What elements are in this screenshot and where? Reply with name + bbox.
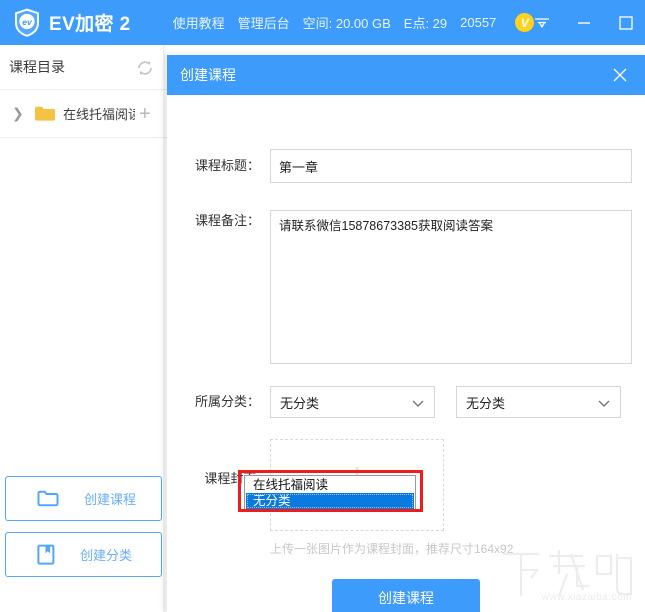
watermark-url: www.xiazaiba.com [541,592,632,603]
category-select-secondary[interactable]: 无分类 [456,386,621,418]
create-course-dialog: 创建课程 课程标题： 课程备注： 所属分类： 无分类 [167,55,645,612]
nav-user-id: 20557 [460,15,497,30]
course-note-label: 课程备注： [194,213,260,228]
nav-epoints: E点: 29 [403,16,448,31]
submit-create-course-button[interactable]: 创建课程 [332,579,480,612]
course-note-textarea[interactable] [270,210,632,364]
category-select-secondary-value: 无分类 [466,395,506,411]
nav-admin-console[interactable]: 管理后台 [238,13,290,32]
maximize-icon[interactable] [615,12,637,34]
dropdown-option[interactable]: 在线托福阅读 [246,477,414,493]
field-course-note: 课程备注： [167,210,645,364]
sidebar: 课程目录 ❯ 在线托福阅读 + 创建课程 创建分类 [0,45,167,612]
category-select-primary[interactable]: 无分类 [270,386,435,418]
plus-icon[interactable]: + [139,104,151,124]
list-item[interactable]: ❯ 在线托福阅读 + [0,90,167,138]
create-course-label: 创建课程 [84,492,137,507]
sidebar-title: 课程目录 [9,59,65,75]
create-category-button[interactable]: 创建分类 [5,532,162,577]
dialog-title: 创建课程 [180,67,236,83]
dropdown-option-selected[interactable]: 无分类 [246,493,414,509]
chevron-down-icon [411,397,425,412]
cover-upload-hint: 上传一张图片作为课程封面，推荐尺寸164x92 [270,542,514,556]
title-bar: ev EV加密 2 使用教程 管理后台 空间: 20.00 GB E点: 29 … [0,0,645,45]
course-title-label: 课程标题： [194,158,260,173]
folder-outline-icon [37,489,59,508]
sidebar-header: 课程目录 [0,45,167,90]
sidebar-actions: 创建课程 创建分类 [0,476,167,588]
dialog-header: 创建课程 [167,55,645,95]
field-category: 所属分类： 无分类 无分类 [167,386,645,418]
category-dropdown-list[interactable]: 在线托福阅读 无分类 [244,475,416,511]
nav-storage-space: 空间: 20.00 GB [302,16,391,31]
folder-icon [34,105,56,122]
minimize-icon[interactable] [573,12,595,34]
app-title: EV加密 2 [49,14,131,35]
sidebar-item-label: 在线托福阅读 [63,107,135,122]
app-window: ev EV加密 2 使用教程 管理后台 空间: 20.00 GB E点: 29 … [0,0,645,612]
close-icon[interactable] [609,64,631,86]
dialog-body: 课程标题： 课程备注： 所属分类： 无分类 [167,149,645,612]
refresh-icon[interactable] [135,58,155,83]
category-select-primary-value: 无分类 [280,395,320,411]
book-outline-icon [37,544,55,565]
header-nav: 使用教程 管理后台 空间: 20.00 GB E点: 29 20557 V [173,13,535,32]
field-course-title: 课程标题： [167,149,645,183]
chevron-down-icon [597,397,611,412]
create-course-button[interactable]: 创建课程 [5,476,162,521]
chevron-right-icon[interactable]: ❯ [12,105,26,122]
chevron-down-menu-icon[interactable] [531,12,553,34]
nav-tutorial[interactable]: 使用教程 [173,13,225,32]
course-title-input[interactable] [270,149,632,183]
window-controls [531,0,637,45]
shield-ev-icon: ev [12,7,42,39]
app-brand: ev EV加密 2 [12,7,131,39]
svg-text:ev: ev [22,17,33,27]
category-label: 所属分类： [194,394,260,409]
create-category-label: 创建分类 [80,548,133,563]
